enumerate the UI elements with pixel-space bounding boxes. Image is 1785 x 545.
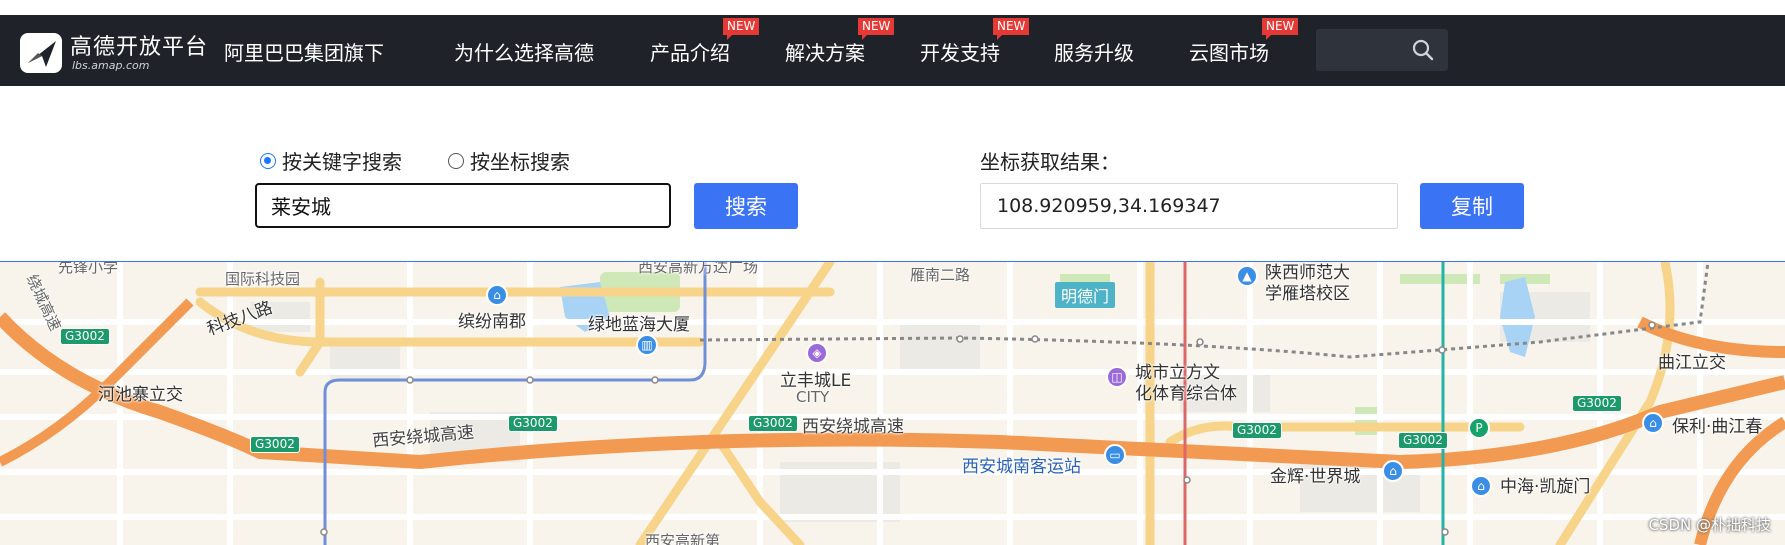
map-label: 化体育综合体 [1135, 384, 1237, 404]
radio-label: 按关键字搜索 [282, 150, 402, 174]
map-label: 绿地蓝海大厦 [588, 315, 690, 335]
highway-shield: G3002 [250, 436, 300, 453]
nav-dev-support[interactable]: 开发支持 [920, 37, 1000, 66]
result-label: 坐标获取结果： [980, 150, 1120, 174]
nav-label: 云图市场 [1189, 41, 1269, 65]
poi-shopping-bag-icon[interactable]: ◫ [1106, 366, 1128, 388]
map-label: 雁南二路 [910, 266, 971, 284]
amap-logo-icon [20, 33, 62, 73]
search-icon[interactable] [1412, 39, 1434, 61]
nav-label: 产品介绍 [650, 41, 730, 65]
new-badge: NEW [1262, 18, 1299, 40]
nav-cloud-market[interactable]: 云图市场 [1189, 37, 1269, 66]
poi-residence-icon[interactable]: ⌂ [1382, 460, 1404, 482]
map-label: 金辉·世界城 [1270, 467, 1361, 487]
highway-shield: G3002 [1572, 395, 1622, 412]
mingdemen-station[interactable]: 明德门 [1055, 282, 1116, 308]
map-label: 曲江立交 [1658, 353, 1726, 373]
new-badge: NEW [858, 18, 895, 40]
radio-label: 按坐标搜索 [470, 150, 570, 174]
highway-shield: G3002 [748, 415, 798, 432]
radio-coordinate-search[interactable]: 按坐标搜索 [448, 146, 570, 175]
nav-why-amap[interactable]: 为什么选择高德 [454, 37, 594, 66]
highway-shield: G3002 [1232, 422, 1282, 439]
new-badge: NEW [723, 18, 760, 40]
nav-alibaba-group[interactable]: 阿里巴巴集团旗下 [224, 37, 384, 66]
map-label: 西安高新第 [645, 532, 721, 545]
map-label: 缤纷南郡 [458, 312, 526, 332]
map-road-label: 西安绕城高速 [802, 417, 904, 437]
top-strip [0, 0, 1785, 15]
radio-unchecked-icon[interactable] [448, 152, 464, 169]
new-badge: NEW [993, 18, 1030, 40]
map-label: 西安高新万达广场 [638, 261, 759, 276]
highway-shield: G3002 [1398, 432, 1448, 449]
poi-bus-station-icon[interactable]: ▭ [1104, 444, 1126, 466]
nav-label: 为什么选择高德 [454, 41, 594, 65]
poi-residence-icon[interactable]: ⌂ [1642, 412, 1664, 434]
nav-label: 开发支持 [920, 41, 1000, 65]
poi-mall-icon[interactable]: ◈ [806, 342, 828, 364]
highway-shield: G3002 [508, 415, 558, 432]
poi-shopping-icon[interactable]: ⌂ [486, 284, 508, 306]
radio-keyword-search[interactable]: 按关键字搜索 [260, 146, 402, 175]
search-button[interactable]: 搜索 [694, 183, 798, 229]
map-label: 学雁塔校区 [1265, 284, 1350, 304]
amap-logo[interactable]: 高德开放平台 lbs.amap.com [18, 27, 208, 75]
nav-service-upgrade[interactable]: 服务升级 [1054, 37, 1134, 66]
top-navbar: 高德开放平台 lbs.amap.com 阿里巴巴集团旗下 为什么选择高德 产品介… [0, 15, 1785, 86]
poi-parking-icon[interactable]: P [1468, 417, 1490, 439]
keyword-input[interactable] [255, 183, 671, 228]
nav-solutions[interactable]: 解决方案 [785, 37, 865, 66]
coordinate-result-field[interactable] [980, 183, 1398, 229]
map-label: CITY [796, 388, 830, 406]
map-label: 保利·曲江春 [1672, 417, 1763, 437]
radio-checked-icon[interactable] [260, 152, 276, 169]
nav-label: 服务升级 [1054, 41, 1134, 65]
map-canvas[interactable]: 先锋小学 国际科技园 西安高新万达广场 雁南二路 陕西师范大 学雁塔校区 科技八… [0, 261, 1785, 545]
logo-url: lbs.amap.com [72, 59, 150, 72]
map-label: 先锋小学 [58, 261, 119, 276]
search-panel: 按关键字搜索 按坐标搜索 搜索 坐标获取结果： 复制 [0, 86, 1785, 261]
nav-products[interactable]: 产品介绍 [650, 37, 730, 66]
map-label: 西安城南客运站 [962, 457, 1081, 477]
copy-button[interactable]: 复制 [1420, 183, 1524, 229]
poi-school-icon[interactable]: ▲ [1236, 265, 1258, 287]
map-label: 国际科技园 [225, 270, 301, 288]
map-label: 中海·凯旋门 [1500, 477, 1591, 497]
map-label: 河池寨立交 [98, 385, 183, 405]
poi-residence-icon[interactable]: ⌂ [1470, 475, 1492, 497]
csdn-watermark: CSDN @朴拙科技 [1648, 516, 1771, 534]
logo-title: 高德开放平台 [70, 35, 209, 60]
nav-search-box[interactable] [1316, 29, 1448, 71]
nav-label: 解决方案 [785, 41, 865, 65]
highway-shield: G3002 [60, 328, 110, 345]
poi-building-icon[interactable]: ▥ [636, 334, 658, 356]
